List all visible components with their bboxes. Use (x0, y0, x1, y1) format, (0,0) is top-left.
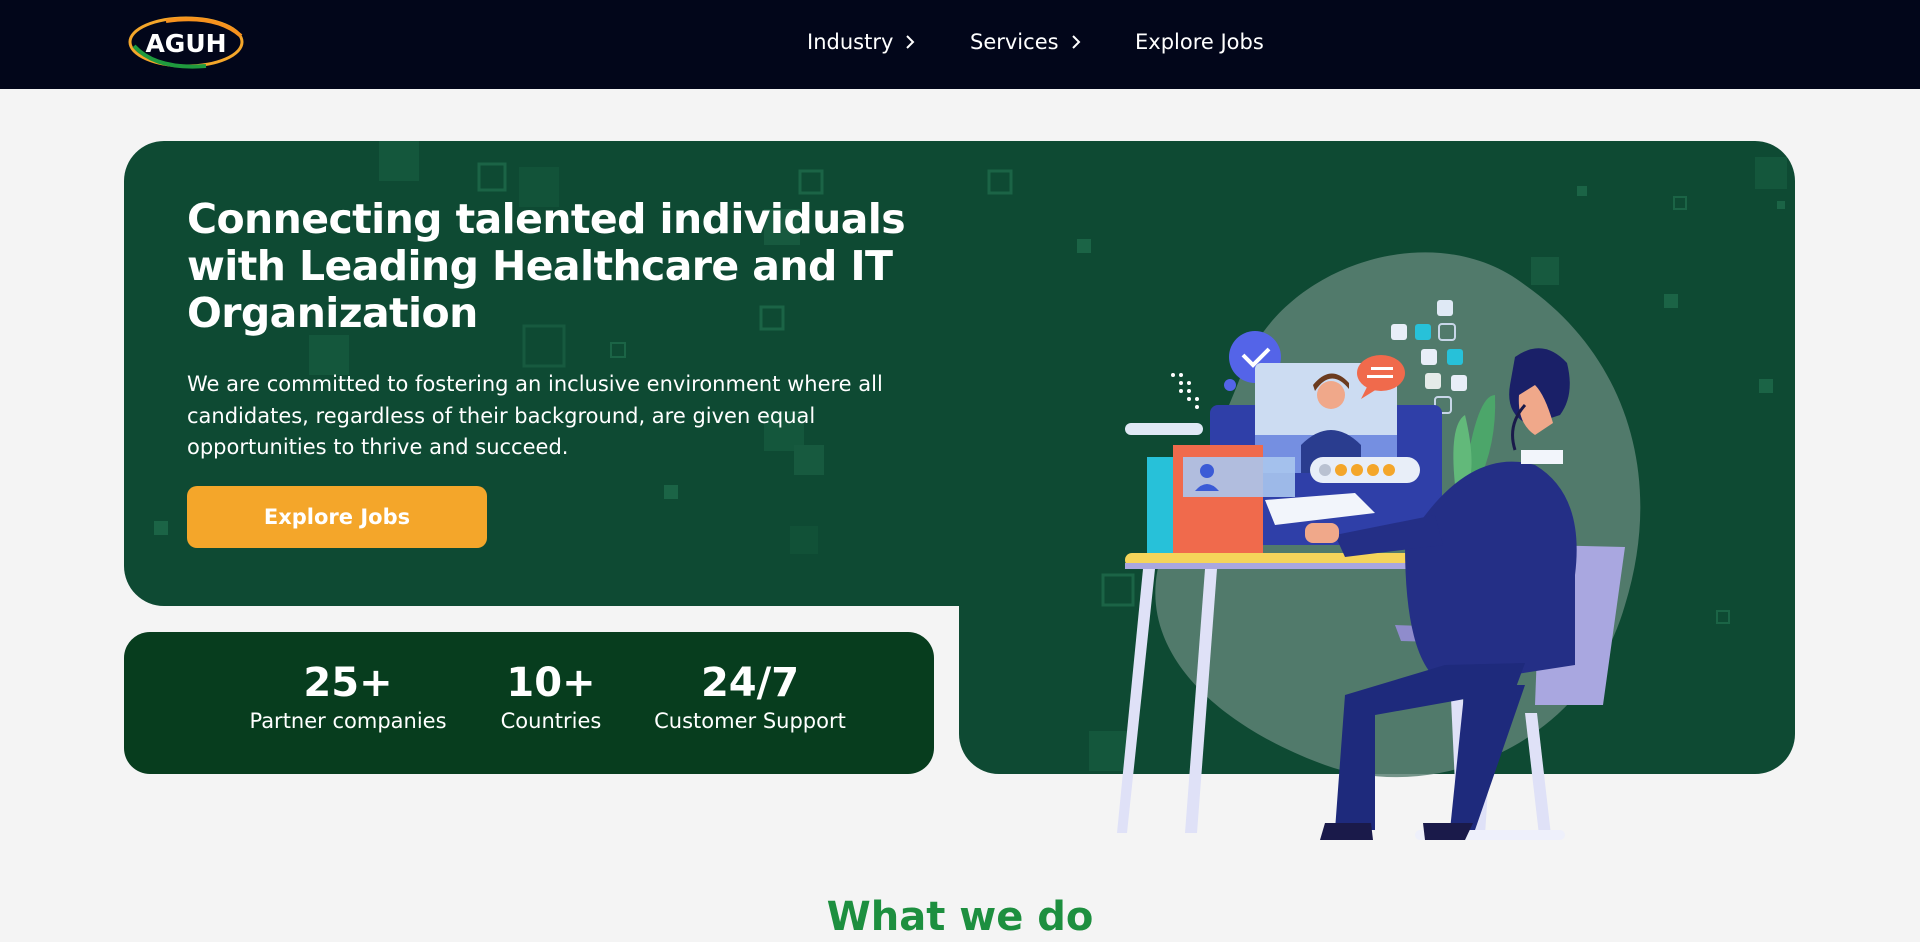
stat-value: 25+ (303, 660, 393, 706)
stat-customer-support: 24/7 Customer Support (630, 660, 870, 736)
stat-label: Customer Support (654, 709, 846, 733)
logo-graphic: AGUH (128, 16, 244, 69)
nav-services[interactable]: Services (970, 27, 1081, 57)
logo-text: AGUH (145, 29, 226, 58)
hero-illustration (1105, 245, 1685, 845)
top-navbar: AGUH Industry Services Explore Jobs (0, 0, 1920, 89)
nav-explore-jobs[interactable]: Explore Jobs (1135, 27, 1264, 57)
stat-countries: 10+ Countries (463, 660, 639, 736)
nav-services-label: Services (970, 30, 1059, 54)
stat-value: 10+ (506, 660, 596, 706)
nav-explore-jobs-label: Explore Jobs (1135, 30, 1264, 54)
hero-description: We are committed to fostering an inclusi… (187, 372, 883, 459)
chevron-right-icon (906, 35, 915, 49)
stat-label: Partner companies (249, 709, 447, 733)
explore-jobs-button[interactable]: Explore Jobs (187, 486, 487, 548)
chevron-right-icon (1071, 35, 1080, 49)
nav-industry-label: Industry (807, 30, 894, 54)
stat-value: 24/7 (700, 660, 800, 706)
nav-industry[interactable]: Industry (807, 27, 915, 57)
recruiter-at-desk-illustration (1117, 252, 1641, 840)
section-title-what-we-do: What we do (826, 894, 1094, 940)
hero-title: Connecting talented individuals with Lea… (187, 195, 906, 337)
stats-bar: 25+ Partner companies 10+ Countries 24/7… (124, 632, 934, 774)
stat-partner-companies: 25+ Partner companies (228, 660, 468, 736)
brand-logo[interactable]: AGUH (126, 12, 248, 72)
stat-label: Countries (500, 709, 602, 733)
